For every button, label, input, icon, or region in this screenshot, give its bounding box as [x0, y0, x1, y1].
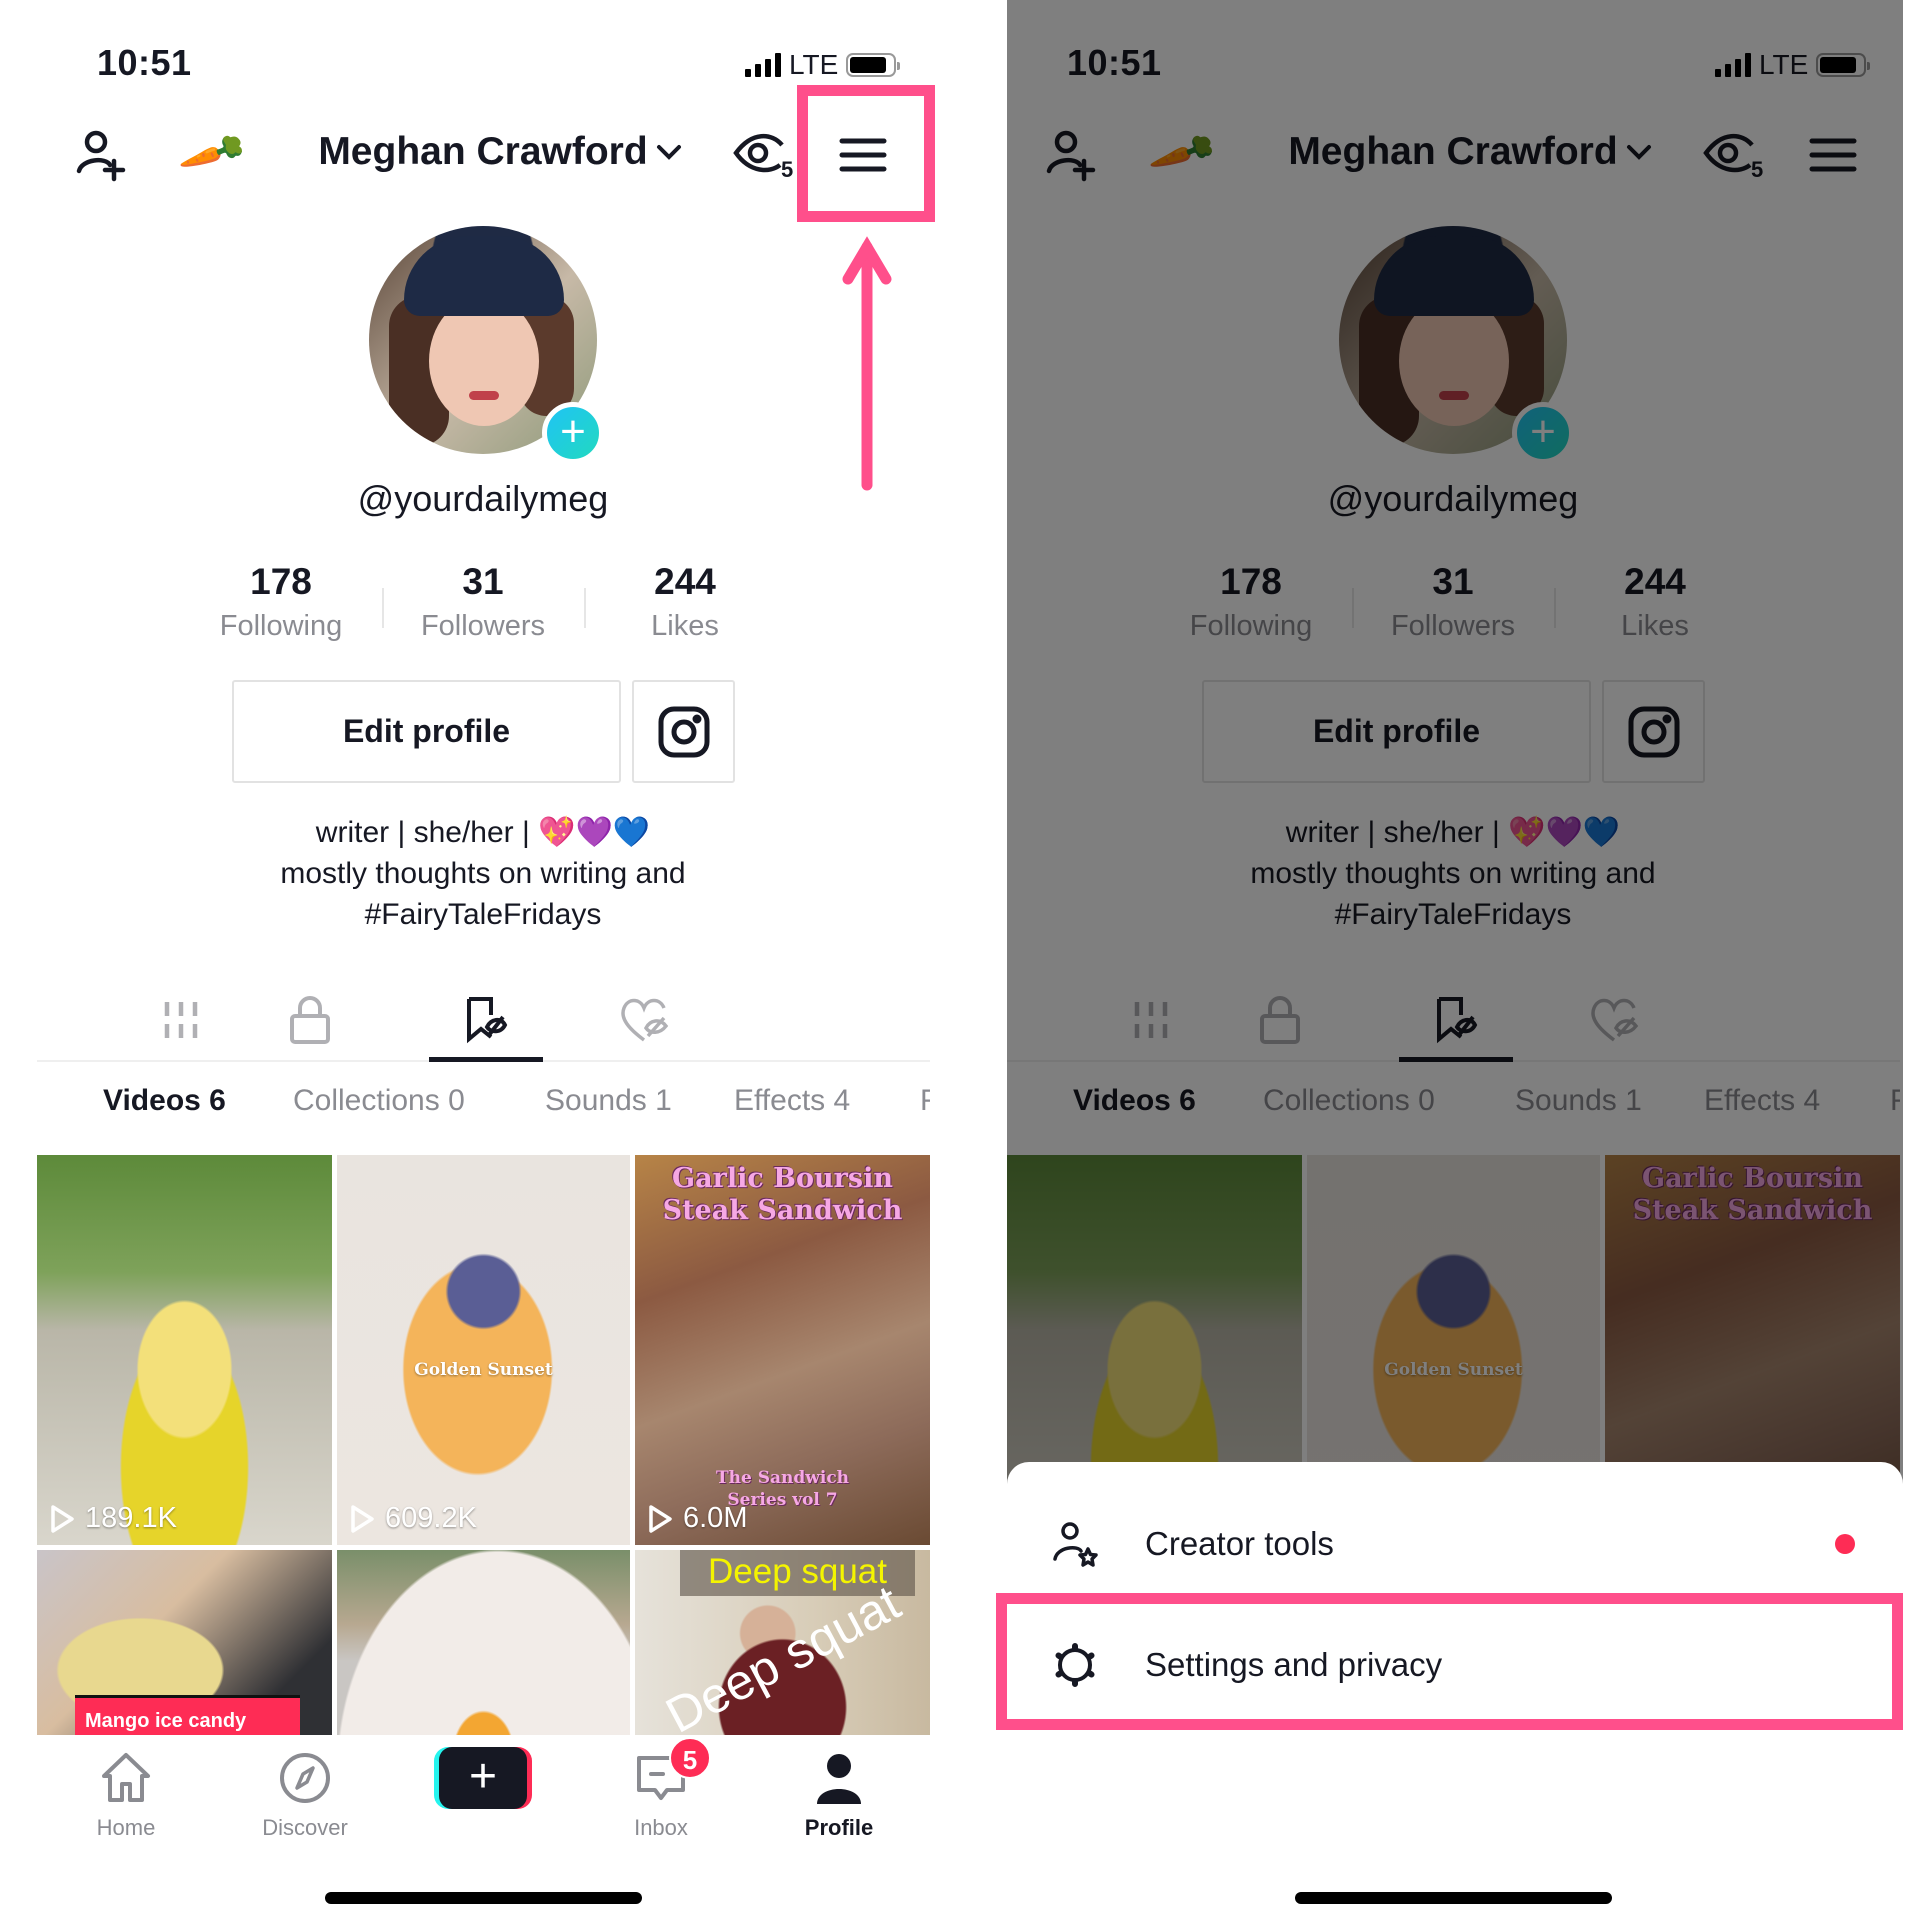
instagram-button[interactable] — [632, 680, 735, 783]
view-count: 189.1K — [49, 1502, 177, 1535]
edit-profile-button[interactable]: Edit profile — [232, 680, 621, 783]
pointer-arrow — [842, 236, 892, 491]
collection-sub-tabs: Videos 6 Collections 0 Sounds 1 Effects … — [37, 1084, 930, 1134]
sub-tab-videos[interactable]: Videos 6 — [103, 1084, 226, 1118]
bottom-nav: Home Discover + 5 Inbox Profile — [37, 1735, 930, 1865]
view-count: 6.0M — [647, 1502, 747, 1535]
profile-name: Meghan Crawford — [318, 130, 648, 173]
video-overlay-text: Deep squat — [656, 1574, 909, 1735]
private-lock-icon[interactable] — [253, 980, 367, 1060]
video-thumbnail[interactable]: 189.1K — [37, 1155, 332, 1545]
stat-followers[interactable]: 31 Followers — [382, 560, 584, 650]
sub-tab-sounds[interactable]: Sounds 1 — [545, 1084, 672, 1118]
liked-heart-icon[interactable] — [587, 980, 701, 1060]
status-time: 10:51 — [97, 42, 192, 83]
sub-tab-collections[interactable]: Collections 0 — [293, 1084, 465, 1118]
nav-profile[interactable]: Profile — [769, 1745, 909, 1841]
video-caption: Mango ice candy — [75, 1695, 300, 1735]
nav-home[interactable]: Home — [56, 1745, 196, 1841]
eye-icon[interactable]: 5 — [730, 125, 800, 185]
compass-icon — [280, 1753, 330, 1803]
video-grid: 189.1K Golden Sunset 609.2K Garlic Bours… — [37, 1155, 930, 1735]
play-icon — [649, 1504, 672, 1533]
nav-discover[interactable]: Discover — [235, 1745, 375, 1841]
notification-dot — [1835, 1534, 1855, 1554]
username: @yourdailymeg — [357, 478, 609, 519]
view-count: 609.2K — [349, 1502, 477, 1535]
signal-icon — [745, 53, 781, 77]
play-icon — [51, 1504, 74, 1533]
person-plus-icon[interactable] — [72, 125, 132, 185]
profile-screen-menu-open: 10:51 LTE 🥕 Meghan Crawford 5 + @yourdai… — [970, 0, 1920, 1920]
profile-stats: 178Following 31Followers 244Likes — [180, 560, 786, 650]
nav-inbox[interactable]: 5 Inbox — [591, 1737, 731, 1841]
create-plus-icon: + — [434, 1747, 532, 1809]
profile-bio: writer | she/her | 💖💜💙 mostly thoughts o… — [280, 816, 686, 931]
carrot-emoji: 🥕 — [175, 119, 251, 190]
menu-highlight-box — [797, 85, 935, 222]
stat-likes[interactable]: 244 Likes — [584, 560, 786, 650]
menu-item-creator-tools[interactable]: Creator tools — [1007, 1484, 1903, 1604]
settings-highlight-box — [996, 1593, 1903, 1730]
profile-screen: 10:51 LTE 🥕 Meghan Crawford 5 + @yourdai… — [0, 0, 970, 1920]
play-icon — [351, 1504, 374, 1533]
svg-text:5: 5 — [781, 157, 793, 182]
favorites-bookmark-icon[interactable] — [429, 980, 543, 1062]
inbox-badge: 5 — [669, 1737, 711, 1779]
home-indicator — [1295, 1892, 1612, 1904]
profile-icon — [817, 1754, 861, 1804]
add-photo-button[interactable]: + — [542, 402, 604, 464]
battery-icon — [846, 53, 901, 77]
account-switcher[interactable]: Meghan Crawford — [300, 130, 700, 174]
sub-tab-more[interactable]: F — [920, 1084, 930, 1118]
video-thumbnail[interactable]: Golden Sunset 609.2K — [337, 1155, 630, 1545]
content-tabs — [37, 980, 930, 1062]
creator-tools-icon — [1053, 1522, 1098, 1567]
videos-grid-icon[interactable] — [124, 980, 238, 1060]
video-thumbnail[interactable]: Garlic Boursin Steak Sandwich The Sandwi… — [635, 1155, 930, 1545]
video-thumbnail[interactable]: Mango ice candy — [37, 1550, 332, 1735]
video-thumbnail[interactable]: Deep squat Deep squat — [635, 1550, 930, 1735]
stat-following[interactable]: 178 Following — [180, 560, 382, 650]
sub-tab-effects[interactable]: Effects 4 — [734, 1084, 850, 1118]
home-icon — [102, 1753, 150, 1802]
home-indicator — [325, 1892, 642, 1904]
network-label: LTE — [789, 49, 839, 80]
video-thumbnail[interactable] — [337, 1550, 630, 1735]
instagram-icon — [658, 706, 709, 757]
chevron-down-icon — [656, 145, 681, 160]
nav-create[interactable]: + — [413, 1745, 553, 1811]
status-indicators: LTE — [745, 48, 901, 82]
